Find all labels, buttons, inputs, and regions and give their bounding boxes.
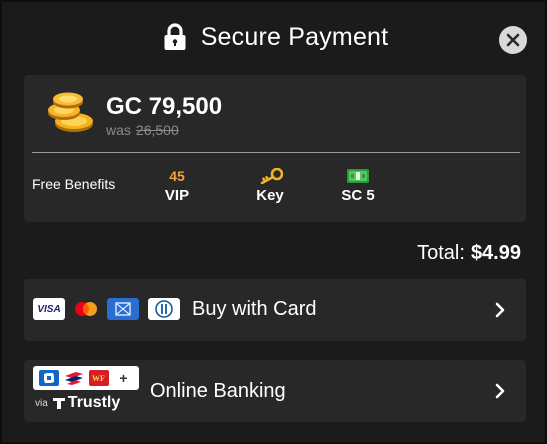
vip-points: 45	[169, 168, 185, 184]
card-logos: VISA	[33, 298, 180, 320]
key-icon	[260, 168, 283, 184]
benefit-label: VIP	[164, 187, 190, 204]
benefit-key: Key	[240, 167, 300, 204]
total-row: Total: $4.99	[417, 242, 521, 265]
card-divider	[32, 152, 520, 153]
modal-title-text: Secure Payment	[200, 22, 389, 51]
total-amount: $4.99	[470, 242, 521, 264]
trustly-mark-icon	[52, 398, 65, 409]
more-banks-icon: +	[113, 370, 134, 386]
benefit-sc: SC 5	[328, 167, 388, 204]
visa-logo: VISA	[33, 298, 65, 320]
trustly-logo: Trustly	[52, 394, 120, 412]
benefit-label: SC 5	[341, 187, 375, 204]
package-card: GC 79,500 was 26,500 Free Benefits 45 VIP…	[24, 75, 526, 222]
payment-modal: Secure Payment GC 79,500 was 26,500 Free …	[0, 0, 547, 444]
lock-icon	[164, 23, 186, 50]
amex-logo	[107, 298, 139, 320]
diners-club-logo	[148, 298, 180, 320]
trustly-branding: via Trustly	[35, 394, 120, 412]
buy-with-card-button[interactable]: VISA Buy with Card	[24, 279, 526, 341]
close-button[interactable]	[499, 26, 527, 54]
bank-logos: WF + via Trustly	[33, 366, 139, 418]
online-banking-label: Online Banking	[150, 380, 286, 402]
was-amount: 26,500	[135, 122, 179, 138]
modal-title: Secure Payment	[163, 23, 389, 52]
chevron-right-icon	[495, 302, 505, 318]
wells-fargo-logo: WF	[88, 370, 109, 386]
bank-logo-strip: WF +	[33, 366, 139, 390]
chase-logo	[38, 370, 59, 386]
benefit-vip: 45 VIP	[147, 167, 207, 204]
via-label: via	[35, 397, 48, 409]
close-icon	[506, 33, 520, 47]
was-label: was	[106, 122, 131, 138]
cash-icon	[347, 169, 369, 183]
previous-amount: was 26,500	[106, 122, 179, 138]
coin-amount: GC 79,500	[106, 93, 223, 120]
bank-of-america-logo	[63, 370, 84, 386]
total-label: Total:	[417, 242, 465, 264]
gold-coins-icon	[48, 92, 93, 132]
trustly-text: Trustly	[67, 394, 121, 411]
buy-with-card-label: Buy with Card	[192, 298, 317, 320]
online-banking-button[interactable]: WF + via Trustly Online Banking	[24, 360, 526, 422]
chevron-right-icon	[495, 383, 505, 399]
free-benefits-label: Free Benefits	[32, 176, 116, 192]
modal-header: Secure Payment	[2, 2, 547, 74]
benefit-label: Key	[256, 187, 284, 204]
mastercard-logo	[74, 298, 98, 320]
